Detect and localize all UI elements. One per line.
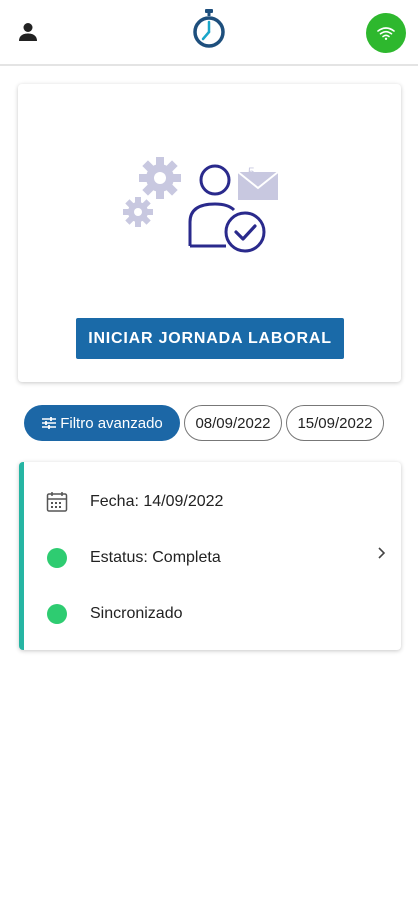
sync-indicator-icon bbox=[45, 602, 69, 626]
record-sync-text: Sincronizado bbox=[90, 605, 183, 622]
top-app-bar bbox=[0, 0, 418, 66]
wifi-icon bbox=[377, 27, 395, 40]
chevron-right-icon[interactable] bbox=[375, 546, 389, 560]
record-status-row: Estatus: Completa bbox=[45, 544, 221, 572]
record-date-text: Fecha: 14/09/2022 bbox=[90, 493, 224, 510]
stopwatch-icon bbox=[189, 8, 229, 50]
record-date-row: Fecha: 14/09/2022 bbox=[45, 488, 223, 516]
date-to-chip[interactable]: 15/09/2022 bbox=[286, 405, 384, 441]
start-shift-button[interactable]: INICIAR JORNADA LABORAL bbox=[76, 318, 344, 359]
wifi-status-button[interactable] bbox=[366, 13, 406, 53]
advanced-filter-label: Filtro avanzado bbox=[60, 414, 163, 432]
date-to-label: 15/09/2022 bbox=[297, 414, 373, 432]
status-indicator-icon bbox=[45, 546, 69, 570]
record-status-text: Estatus: Completa bbox=[90, 549, 221, 566]
sync-dot bbox=[47, 604, 67, 624]
status-accent-bar bbox=[19, 462, 24, 650]
date-from-label: 08/09/2022 bbox=[195, 414, 271, 432]
tune-icon bbox=[42, 417, 57, 429]
filter-bar: Filtro avanzado 08/09/2022 15/09/2022 bbox=[24, 405, 384, 441]
start-shift-card: 5 INICIAR JORNADA LABORAL bbox=[18, 84, 401, 382]
record-sync-row: Sincronizado bbox=[45, 600, 183, 628]
advanced-filter-button[interactable]: Filtro avanzado bbox=[24, 405, 180, 441]
user-check-illustration: 5 bbox=[118, 148, 279, 258]
calendar-icon bbox=[45, 490, 69, 514]
status-dot bbox=[47, 548, 67, 568]
illustration-badge: 5 bbox=[248, 165, 255, 179]
workday-record-card[interactable]: Fecha: 14/09/2022 Estatus: Completa Sinc… bbox=[19, 462, 401, 650]
person-icon[interactable] bbox=[16, 20, 40, 44]
date-from-chip[interactable]: 08/09/2022 bbox=[184, 405, 282, 441]
